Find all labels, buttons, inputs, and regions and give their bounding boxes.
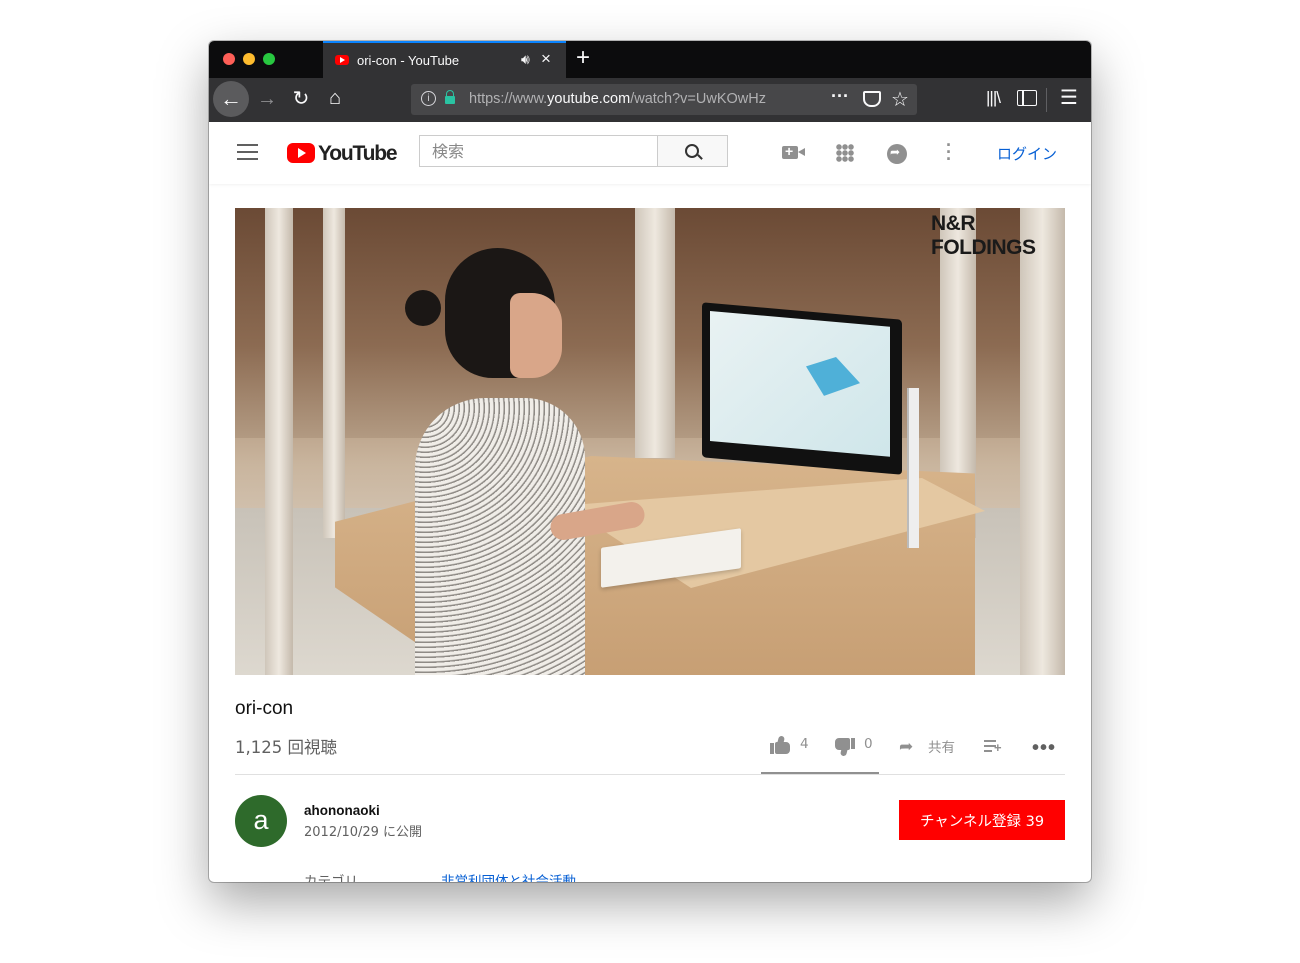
youtube-logo-text: YouTube xyxy=(318,142,398,165)
maximize-window-button[interactable] xyxy=(263,53,275,65)
video-person-hair-bun xyxy=(405,290,441,326)
speaker-icon[interactable]: 🔊︎ xyxy=(521,51,530,68)
info-divider xyxy=(235,774,1065,775)
messages-icon[interactable] xyxy=(887,144,907,164)
video-watermark: N&R FOLDINGS xyxy=(931,212,1036,259)
category-label: カテゴリ xyxy=(304,874,358,882)
sidebar-icon[interactable] xyxy=(1017,90,1037,106)
minimize-window-button[interactable] xyxy=(243,53,255,65)
channel-avatar[interactable]: a xyxy=(235,795,287,847)
youtube-play-icon xyxy=(287,143,315,163)
library-icon[interactable]: |||\ xyxy=(981,88,1005,108)
url-prefix: https://www. xyxy=(469,91,548,107)
video-title: ori-con xyxy=(235,698,294,719)
search-input[interactable] xyxy=(419,135,657,167)
thumbs-down-icon[interactable] xyxy=(835,738,855,757)
video-pillar xyxy=(265,208,293,675)
more-actions-icon[interactable]: ••• xyxy=(1032,737,1056,760)
video-pillar xyxy=(635,208,675,458)
tab-strip: ori-con - YouTube 🔊︎ × + xyxy=(209,41,1091,78)
search-icon xyxy=(685,144,699,158)
publish-date: 2012/10/29 に公開 xyxy=(304,825,423,840)
url-path: /watch?v=UwKOwHz xyxy=(630,91,766,107)
thumbs-up-icon[interactable] xyxy=(770,735,790,754)
video-player[interactable]: N&R FOLDINGS xyxy=(235,208,1065,675)
add-to-playlist-icon[interactable] xyxy=(984,740,1002,754)
video-person-face xyxy=(510,293,562,378)
dislike-count[interactable]: 0 xyxy=(864,736,873,752)
browser-window: ori-con - YouTube 🔊︎ × + ← → ↻ ⌂ i https… xyxy=(209,41,1091,882)
video-monitor-stand xyxy=(907,388,919,548)
channel-name[interactable]: ahononaoki xyxy=(304,803,380,818)
view-count: 1,125 回視聴 xyxy=(235,738,337,757)
share-button[interactable]: 共有 xyxy=(928,736,955,756)
video-pillar xyxy=(323,208,345,538)
youtube-favicon-icon xyxy=(335,55,349,65)
navigation-toolbar: ← → ↻ ⌂ i https://www.youtube.com/watch?… xyxy=(209,78,1091,122)
back-button[interactable]: ← xyxy=(213,81,249,117)
youtube-masthead: YouTube ··· ログイン xyxy=(209,122,1091,184)
category-link[interactable]: 非営利団体と社会活動 xyxy=(441,870,576,882)
guide-menu-icon[interactable] xyxy=(237,144,258,160)
pocket-icon[interactable] xyxy=(863,91,881,107)
active-tab[interactable]: ori-con - YouTube 🔊︎ × xyxy=(323,41,566,78)
login-button[interactable]: ログイン xyxy=(997,143,1057,164)
video-origami-shape xyxy=(800,354,860,399)
info-icon[interactable]: i xyxy=(421,91,436,106)
tab-title: ori-con - YouTube xyxy=(357,53,460,68)
home-button[interactable]: ⌂ xyxy=(323,88,347,108)
lock-icon[interactable] xyxy=(445,90,455,104)
address-bar[interactable]: i https://www.youtube.com/watch?v=UwKOwH… xyxy=(411,84,917,115)
upload-video-icon[interactable] xyxy=(782,143,805,159)
new-tab-button[interactable]: + xyxy=(576,44,590,72)
url-text[interactable]: https://www.youtube.com/watch?v=UwKOwHz xyxy=(469,91,794,107)
close-tab-icon[interactable]: × xyxy=(541,49,551,69)
like-count[interactable]: 4 xyxy=(800,736,809,752)
hamburger-menu-icon[interactable]: ☰ xyxy=(1057,88,1081,108)
forward-button[interactable]: → xyxy=(255,89,279,109)
page-actions-icon[interactable]: ··· xyxy=(831,86,849,107)
url-domain: youtube.com xyxy=(547,91,631,107)
video-monitor-screen xyxy=(710,310,890,457)
toolbar-separator xyxy=(1046,88,1047,112)
share-arrow-icon[interactable]: ➦ xyxy=(899,737,913,757)
settings-dots-icon[interactable]: · · · xyxy=(946,136,952,168)
video-monitor xyxy=(702,302,902,475)
video-pillar xyxy=(1020,208,1065,675)
bookmark-star-icon[interactable]: ☆ xyxy=(891,87,909,112)
search-button[interactable] xyxy=(657,135,728,167)
subscribe-button[interactable]: チャンネル登録 39 xyxy=(899,800,1065,840)
close-window-button[interactable] xyxy=(223,53,235,65)
apps-grid-icon[interactable] xyxy=(836,144,854,162)
reload-button[interactable]: ↻ xyxy=(289,89,313,109)
